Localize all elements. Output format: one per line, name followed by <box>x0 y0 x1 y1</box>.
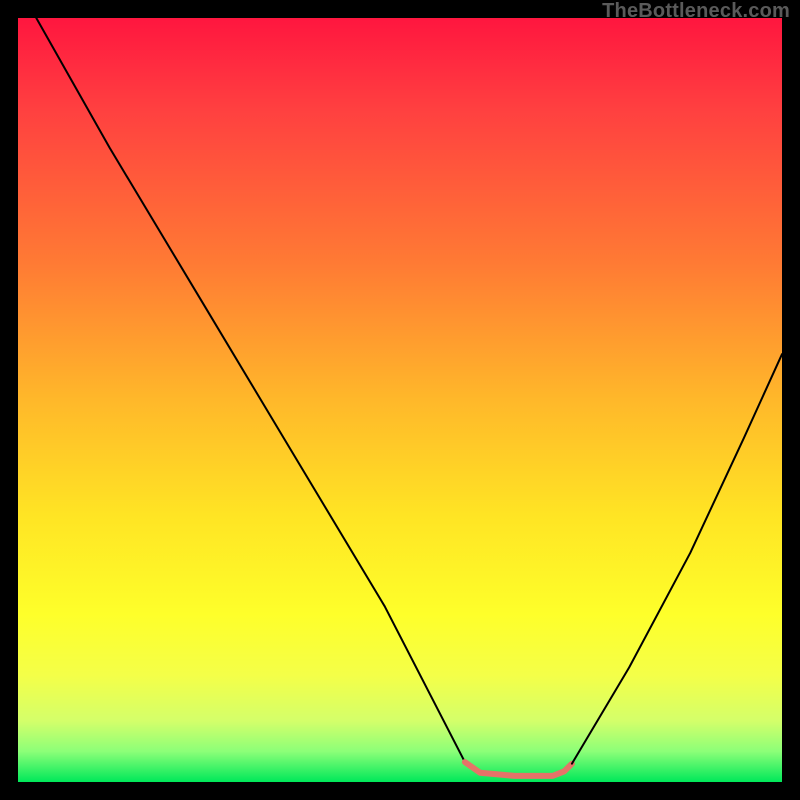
curve-segment-right-arm <box>572 354 782 764</box>
chart-plot-area <box>18 18 782 782</box>
curve-segment-flat-bottom <box>465 762 572 776</box>
bottleneck-curve <box>18 18 782 782</box>
watermark-text: TheBottleneck.com <box>602 0 790 23</box>
curve-segment-left-arm <box>36 18 465 762</box>
chart-frame: TheBottleneck.com <box>0 0 800 800</box>
